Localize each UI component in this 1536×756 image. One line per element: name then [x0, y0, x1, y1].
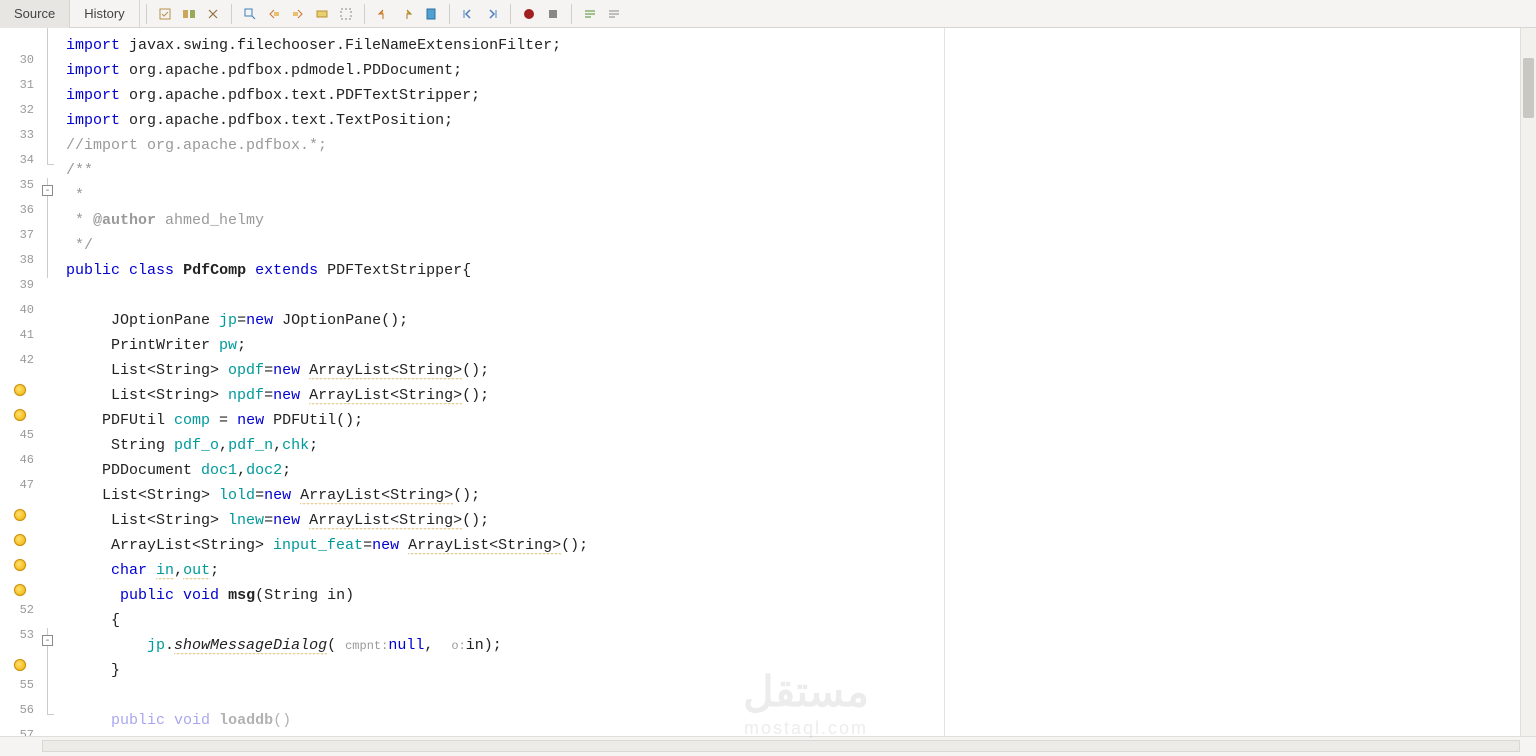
line-number[interactable]: 45 [0, 428, 40, 453]
fold-cell[interactable] [40, 503, 56, 528]
fold-cell[interactable] [40, 53, 56, 78]
fold-cell[interactable] [40, 353, 56, 378]
line-number[interactable] [0, 553, 40, 578]
line-number[interactable]: 53 [0, 628, 40, 653]
fold-cell[interactable] [40, 603, 56, 628]
fold-cell[interactable] [40, 203, 56, 228]
tab-source[interactable]: Source [0, 0, 70, 28]
right-pane [944, 28, 1536, 736]
line-number[interactable]: 41 [0, 328, 40, 353]
status-bottom [0, 736, 1536, 756]
scrollbar-thumb[interactable] [1523, 58, 1534, 118]
toggle-bookmark-icon[interactable] [423, 6, 439, 22]
separator [146, 4, 147, 24]
line-number[interactable] [0, 403, 40, 428]
line-number[interactable]: 32 [0, 103, 40, 128]
fold-cell[interactable] [40, 578, 56, 603]
fold-cell[interactable] [40, 278, 56, 303]
horizontal-scrollbar[interactable] [42, 740, 1520, 752]
line-number[interactable]: 36 [0, 203, 40, 228]
line-number[interactable]: 38 [0, 253, 40, 278]
line-number[interactable] [0, 28, 40, 53]
fold-cell[interactable] [40, 378, 56, 403]
fold-cell[interactable]: - [40, 628, 56, 653]
fold-cell[interactable] [40, 703, 56, 728]
line-number[interactable]: 37 [0, 228, 40, 253]
fold-toggle-icon[interactable]: - [42, 185, 53, 196]
line-number[interactable]: 31 [0, 78, 40, 103]
line-number[interactable]: 40 [0, 303, 40, 328]
toggle-highlight-icon[interactable] [314, 6, 330, 22]
fold-cell[interactable] [40, 653, 56, 678]
line-number[interactable]: 30 [0, 53, 40, 78]
fold-cell[interactable] [40, 253, 56, 278]
separator [510, 4, 511, 24]
line-number[interactable]: 42 [0, 353, 40, 378]
fold-cell[interactable] [40, 453, 56, 478]
shift-left-icon[interactable] [460, 6, 476, 22]
uncomment-icon[interactable] [606, 6, 622, 22]
fold-cell[interactable] [40, 428, 56, 453]
line-number[interactable] [0, 378, 40, 403]
line-number[interactable]: 39 [0, 278, 40, 303]
macro-record-icon[interactable] [521, 6, 537, 22]
last-edit-icon[interactable] [157, 6, 173, 22]
fold-cell[interactable] [40, 478, 56, 503]
separator [231, 4, 232, 24]
separator [364, 4, 365, 24]
fold-cell[interactable] [40, 103, 56, 128]
separator [571, 4, 572, 24]
line-number[interactable]: 34 [0, 153, 40, 178]
line-number[interactable]: 47 [0, 478, 40, 503]
editor-area: 30313233343536373839404142 454647 5253 5556… [0, 28, 1536, 736]
shift-right-icon[interactable] [484, 6, 500, 22]
find-next-icon[interactable] [290, 6, 306, 22]
line-number[interactable]: 55 [0, 678, 40, 703]
line-number[interactable]: 35 [0, 178, 40, 203]
comment-icon[interactable] [582, 6, 598, 22]
line-number[interactable]: 46 [0, 453, 40, 478]
fold-cell[interactable] [40, 153, 56, 178]
find-prev-icon[interactable] [266, 6, 282, 22]
fold-cell[interactable] [40, 678, 56, 703]
fold-cell[interactable] [40, 78, 56, 103]
fold-cell[interactable] [40, 328, 56, 353]
line-number[interactable]: 52 [0, 603, 40, 628]
line-number[interactable] [0, 578, 40, 603]
nav-icon[interactable] [205, 6, 221, 22]
line-number[interactable] [0, 653, 40, 678]
line-number[interactable] [0, 503, 40, 528]
toggle-rect-icon[interactable] [338, 6, 354, 22]
tab-history[interactable]: History [70, 0, 139, 28]
prev-bookmark-icon[interactable] [375, 6, 391, 22]
next-bookmark-icon[interactable] [399, 6, 415, 22]
line-number[interactable] [0, 528, 40, 553]
find-selection-icon[interactable] [242, 6, 258, 22]
macro-stop-icon[interactable] [545, 6, 561, 22]
fold-cell[interactable] [40, 128, 56, 153]
fold-cell[interactable] [40, 228, 56, 253]
editor-toolbar: Source History [0, 0, 1536, 28]
fold-cell[interactable] [40, 403, 56, 428]
vertical-scrollbar[interactable] [1520, 28, 1536, 736]
fold-cell[interactable] [40, 553, 56, 578]
fold-cell[interactable]: - [40, 178, 56, 203]
line-number[interactable]: 56 [0, 703, 40, 728]
line-gutter[interactable]: 30313233343536373839404142 454647 5253 5556… [0, 28, 40, 736]
separator [449, 4, 450, 24]
fold-cell[interactable] [40, 528, 56, 553]
diff-icon[interactable] [181, 6, 197, 22]
fold-cell[interactable] [40, 303, 56, 328]
line-number[interactable]: 33 [0, 128, 40, 153]
fold-toggle-icon[interactable]: - [42, 635, 53, 646]
fold-cell[interactable] [40, 28, 56, 53]
fold-column[interactable]: -- [40, 28, 56, 736]
